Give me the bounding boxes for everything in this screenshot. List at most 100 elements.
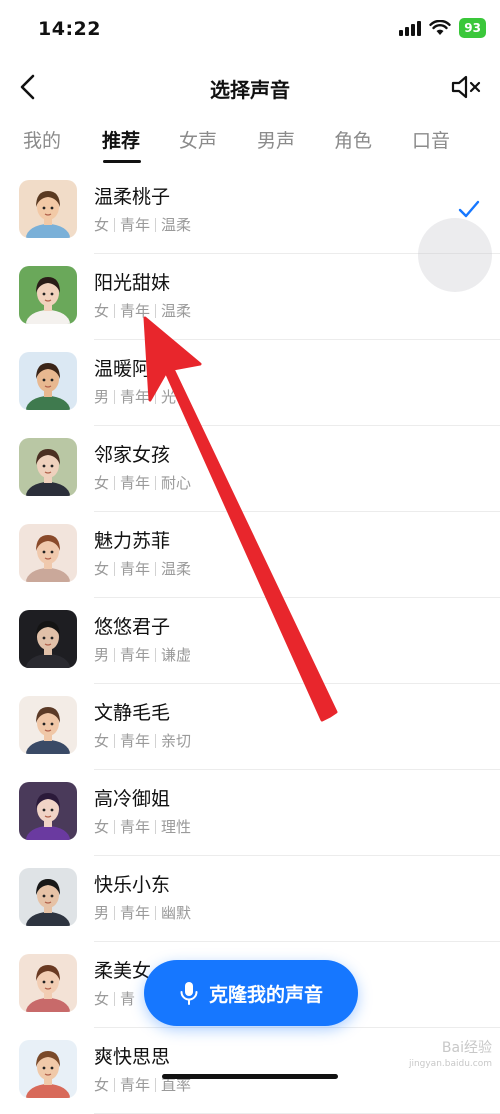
voice-avatar [19, 524, 77, 582]
voice-tags: 男青年 谦虚 [94, 644, 191, 665]
tag-separator [114, 389, 116, 404]
watermark-sub: jingyan.baidu.com [408, 1059, 492, 1069]
voice-tag: 女 [94, 818, 110, 836]
tag-separator [155, 303, 157, 318]
voice-avatar [19, 180, 77, 238]
tag-separator [155, 217, 157, 232]
nav-bar: 选择声音 [0, 60, 500, 116]
voice-tag: 女 [94, 474, 110, 492]
tag-separator [155, 475, 157, 490]
voice-row[interactable]: 魅力苏菲女青年 温柔 [0, 512, 500, 598]
voice-tags: 女青年 温柔 [94, 300, 191, 321]
voice-name: 温柔桃子 [94, 186, 171, 208]
voice-tag: 女 [94, 560, 110, 578]
tab-recommended[interactable]: 推荐 [102, 126, 140, 153]
voice-tags: 女青年 温柔 [94, 214, 191, 235]
voice-tag: 温柔 [161, 216, 192, 234]
voice-tag: 青年 [120, 646, 151, 664]
voice-tag: 耐心 [161, 474, 192, 492]
page-title: 选择声音 [210, 78, 290, 102]
voice-row[interactable]: 文静毛毛女青年 亲切 [0, 684, 500, 770]
voice-name: 爽快思思 [94, 1046, 171, 1068]
tag-separator [114, 733, 116, 748]
voice-tag: 男 [94, 646, 110, 664]
voice-category-tabs: 我的 推荐 女声 男声 角色 口音 [0, 118, 500, 168]
selected-check-icon [458, 200, 480, 218]
voice-row[interactable]: 高冷御姐女青年 理性 [0, 770, 500, 856]
watermark: Bai经验 jingyan.baidu.com [409, 1040, 492, 1072]
tag-separator [114, 991, 116, 1006]
battery-indicator: 93 [459, 18, 486, 38]
tag-separator [114, 1077, 116, 1092]
status-bar: 14:22 93 [0, 0, 500, 60]
voice-tags: 女青年 温柔 [94, 558, 191, 579]
voice-name: 温暖阿 [94, 358, 152, 380]
active-tab-indicator [103, 160, 141, 163]
voice-tag: 男 [94, 904, 110, 922]
voice-tag: 光 [161, 388, 177, 406]
voice-avatar [19, 352, 77, 410]
wifi-icon [429, 20, 451, 35]
tag-separator [114, 475, 116, 490]
voice-tag: 青年 [120, 732, 151, 750]
voice-tag: 青年 [120, 818, 151, 836]
voice-tags: 男青年光 [94, 386, 176, 407]
tag-separator [155, 647, 157, 662]
tab-female[interactable]: 女声 [179, 126, 217, 153]
speaker-mute-icon[interactable] [450, 72, 484, 102]
voice-tag: 温柔 [161, 302, 192, 320]
voice-row[interactable]: 悠悠君子男青年 谦虚 [0, 598, 500, 684]
clone-voice-label: 克隆我的声音 [208, 983, 323, 1006]
voice-avatar [19, 782, 77, 840]
voice-tag: 青年 [120, 474, 151, 492]
tag-separator [155, 819, 157, 834]
voice-name: 邻家女孩 [94, 444, 171, 466]
tag-separator [114, 647, 116, 662]
voice-tag: 谦虚 [161, 646, 192, 664]
tab-male[interactable]: 男声 [257, 126, 295, 153]
tag-separator [114, 303, 116, 318]
voice-name: 高冷御姐 [94, 788, 171, 810]
tab-mine[interactable]: 我的 [23, 126, 61, 153]
voice-tag: 女 [94, 1076, 110, 1094]
watermark-main: Bai经验 [441, 1040, 492, 1056]
voice-tag: 理性 [161, 818, 192, 836]
tag-separator [155, 389, 157, 404]
touch-indicator [418, 218, 492, 292]
voice-avatar [19, 1040, 77, 1098]
tag-separator [114, 905, 116, 920]
tag-separator [155, 905, 157, 920]
voice-tag: 男 [94, 388, 110, 406]
voice-tags: 女青年 亲切 [94, 730, 191, 751]
tag-separator [114, 561, 116, 576]
voice-avatar [19, 438, 77, 496]
voice-row[interactable]: 快乐小东男青年 幽默 [0, 856, 500, 942]
tag-separator [155, 1077, 157, 1092]
tag-separator [155, 733, 157, 748]
clone-voice-button[interactable]: 克隆我的声音 [144, 960, 358, 1026]
voice-tag: 青年 [120, 216, 151, 234]
status-time: 14:22 [38, 18, 101, 40]
voice-tags: 女青年 理性 [94, 816, 191, 837]
status-icons: 93 [399, 18, 486, 38]
voice-tag: 青年 [120, 904, 151, 922]
tag-separator [114, 819, 116, 834]
voice-name: 悠悠君子 [94, 616, 171, 638]
voice-tag: 温柔 [161, 560, 192, 578]
voice-tag: 女 [94, 216, 110, 234]
voice-row[interactable]: 温暖阿男青年光 [0, 340, 500, 426]
voice-avatar [19, 696, 77, 754]
voice-tag: 青年 [120, 302, 151, 320]
voice-tags: 女青 [94, 988, 135, 1009]
voice-name: 文静毛毛 [94, 702, 171, 724]
voice-tag: 女 [94, 732, 110, 750]
voice-name: 快乐小东 [94, 874, 171, 896]
voice-row[interactable]: 邻家女孩女青年 耐心 [0, 426, 500, 512]
voice-avatar [19, 954, 77, 1012]
tab-accent[interactable]: 口音 [412, 126, 450, 153]
home-indicator [162, 1074, 338, 1079]
voice-name: 魅力苏菲 [94, 530, 171, 552]
microphone-icon [180, 982, 198, 1005]
tab-character[interactable]: 角色 [334, 126, 372, 153]
voice-tag: 女 [94, 990, 110, 1008]
